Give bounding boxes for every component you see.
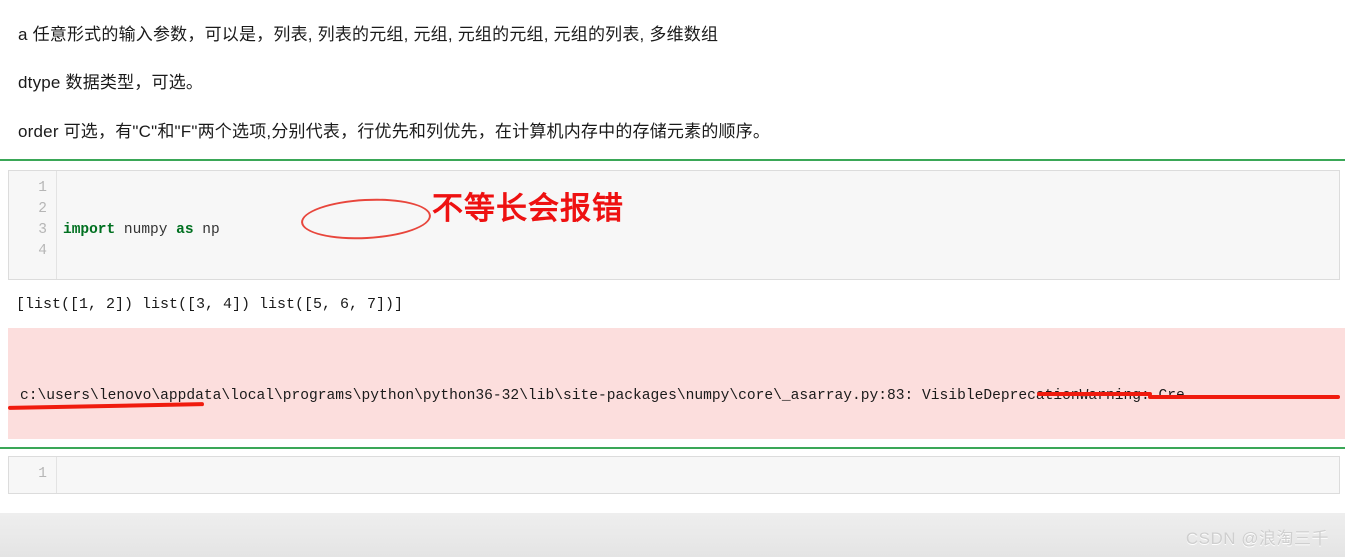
code-line-number-gutter: 1 — [9, 457, 57, 493]
output-stderr-box: c:\users\lenovo\appdata\local\programs\p… — [8, 328, 1345, 439]
annotation-underline-different-lengths — [1037, 392, 1152, 396]
paragraph-dtype: dtype 数据类型，可选。 — [18, 73, 204, 93]
code-editor-area[interactable]: import numpy as np date_array = [[1, 2],… — [57, 171, 1339, 279]
paragraph-order: order 可选，有"C"和"F"两个选项,分别代表，行优先和列优先，在计算机内… — [18, 121, 771, 141]
output-stdout-text: [list([1, 2]) list([3, 4]) list([5, 6, 7… — [16, 296, 404, 313]
code-editor-area-empty[interactable] — [57, 457, 1339, 493]
code-cell-input-2[interactable]: 1 — [8, 456, 1340, 494]
stderr-line: c:\users\lenovo\appdata\local\programs\p… — [20, 388, 1185, 404]
divider-green-middle — [0, 447, 1345, 449]
line-number: 1 — [38, 466, 47, 482]
prose-section: a 任意形式的输入参数，可以是，列表, 列表的元组, 元组, 元组的元组, 元组… — [0, 0, 1345, 145]
code-cell-input-1[interactable]: 1 2 3 4 import numpy as np date_array = … — [8, 170, 1340, 280]
token-module-numpy: numpy — [115, 222, 177, 238]
token-alias-np: np — [193, 222, 220, 238]
line-number: 3 — [38, 222, 47, 238]
divider-green-top — [0, 159, 1345, 161]
line-number: 1 — [38, 180, 47, 196]
annotation-underline-or-shapes — [1148, 395, 1340, 399]
code-line-1: import numpy as np — [63, 220, 1339, 241]
code-line-number-gutter: 1 2 3 4 — [9, 171, 57, 279]
watermark-band — [0, 513, 1345, 557]
token-keyword-import: import — [63, 222, 116, 238]
token-keyword-as: as — [176, 222, 194, 238]
annotation-note-text: 不等长会报错 — [432, 191, 624, 226]
watermark-label: CSDN @浪淘三千 — [1185, 529, 1329, 548]
line-number: 4 — [38, 243, 47, 259]
paragraph-a: a 任意形式的输入参数，可以是，列表, 列表的元组, 元组, 元组的元组, 元组… — [18, 25, 719, 44]
line-number: 2 — [38, 201, 47, 217]
